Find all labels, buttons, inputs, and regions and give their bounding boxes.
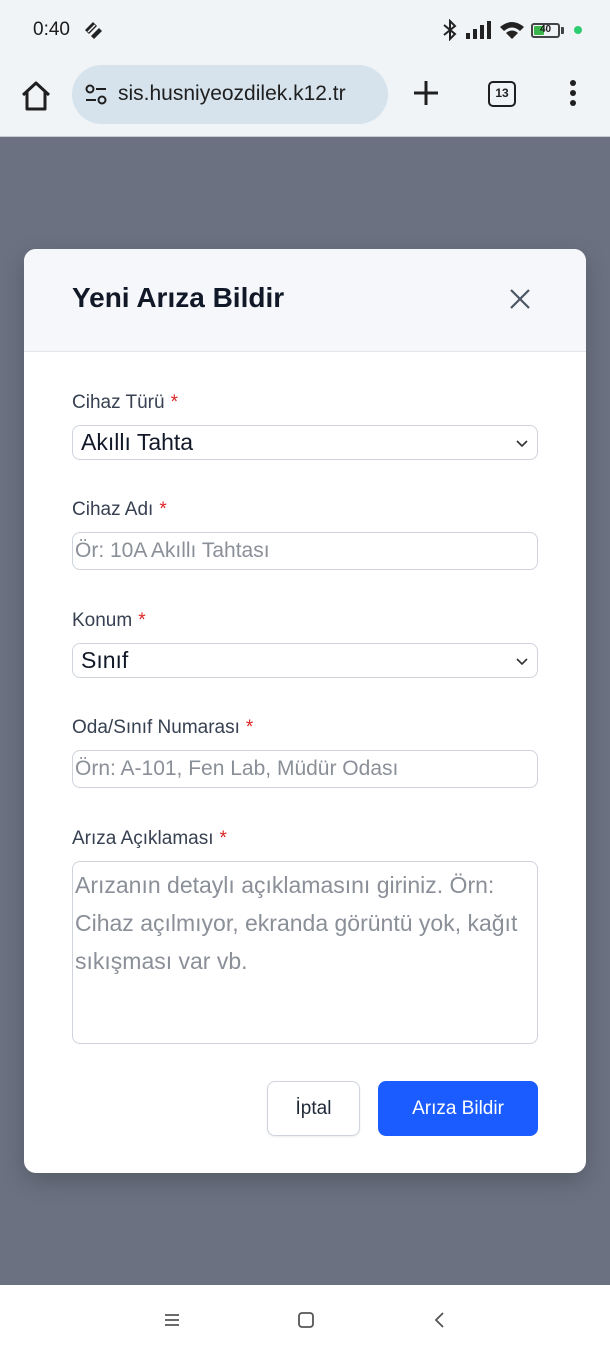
home-nav-icon[interactable] (297, 1312, 315, 1328)
device-type-value: Akıllı Tahta (81, 429, 194, 455)
location-value: Sınıf (81, 647, 129, 673)
modal-title: Yeni Arıza Bildir (72, 282, 285, 313)
status-time: 0:40 (33, 19, 70, 40)
bluetooth-icon (443, 19, 457, 41)
status-icons: 40 (441, 18, 582, 42)
back-nav-icon[interactable] (431, 1312, 449, 1328)
submit-fault-button[interactable]: Arıza Bildir (378, 1081, 538, 1136)
site-settings-icon[interactable] (84, 84, 108, 106)
new-fault-modal: Yeni Arıza Bildir Cihaz Türü * Akıllı Tah… (24, 249, 586, 1173)
signal-alt-icon (85, 22, 102, 39)
dot-indicator-icon (574, 26, 582, 34)
location-label: Konum * (72, 610, 146, 632)
room-number-label-text: Oda/Sınıf Numarası (72, 717, 240, 738)
cell-signal-icon (466, 21, 491, 39)
fault-description-textarea[interactable] (72, 861, 538, 1044)
system-nav-bar (0, 1285, 610, 1356)
location-label-text: Konum (72, 610, 133, 631)
fault-description-label: Arıza Açıklaması * (72, 828, 227, 850)
required-mark: * (159, 499, 167, 520)
fault-description-label-text: Arıza Açıklaması (72, 828, 214, 849)
device-type-select[interactable]: Akıllı Tahta (72, 425, 538, 460)
url-text: sis.husniyeozdilek.k12.tr (118, 82, 346, 105)
cancel-button[interactable]: İptal (267, 1081, 360, 1136)
device-name-label-text: Cihaz Adı (72, 499, 154, 520)
modal-header: Yeni Arıza Bildir (24, 249, 586, 352)
chevron-down-icon (516, 657, 528, 665)
battery-icon: 40 (531, 22, 560, 38)
wifi-icon (500, 22, 524, 39)
battery-tip (561, 26, 564, 34)
room-number-input[interactable] (72, 750, 538, 788)
required-mark: * (219, 828, 227, 849)
device-type-label-text: Cihaz Türü (72, 392, 165, 413)
chevron-down-icon (516, 439, 528, 447)
battery-level: 40 (539, 23, 552, 35)
recent-apps-icon[interactable] (163, 1312, 181, 1328)
browser-toolbar: sis.husniyeozdilek.k12.tr 13 (0, 62, 610, 137)
close-icon[interactable] (508, 287, 532, 311)
tab-switcher-icon[interactable]: 13 (488, 81, 516, 107)
status-bar: 0:40 40 (0, 0, 610, 62)
home-icon[interactable] (18, 78, 54, 114)
required-mark: * (138, 610, 146, 631)
new-tab-icon[interactable] (412, 79, 440, 107)
more-menu-icon[interactable] (562, 78, 584, 108)
location-select[interactable]: Sınıf (72, 643, 538, 678)
device-name-label: Cihaz Adı * (72, 499, 167, 521)
device-type-label: Cihaz Türü * (72, 392, 178, 414)
address-bar[interactable]: sis.husniyeozdilek.k12.tr (72, 65, 388, 124)
room-number-label: Oda/Sınıf Numarası * (72, 717, 253, 739)
required-mark: * (170, 392, 178, 413)
device-name-input[interactable] (72, 532, 538, 570)
required-mark: * (245, 717, 254, 738)
